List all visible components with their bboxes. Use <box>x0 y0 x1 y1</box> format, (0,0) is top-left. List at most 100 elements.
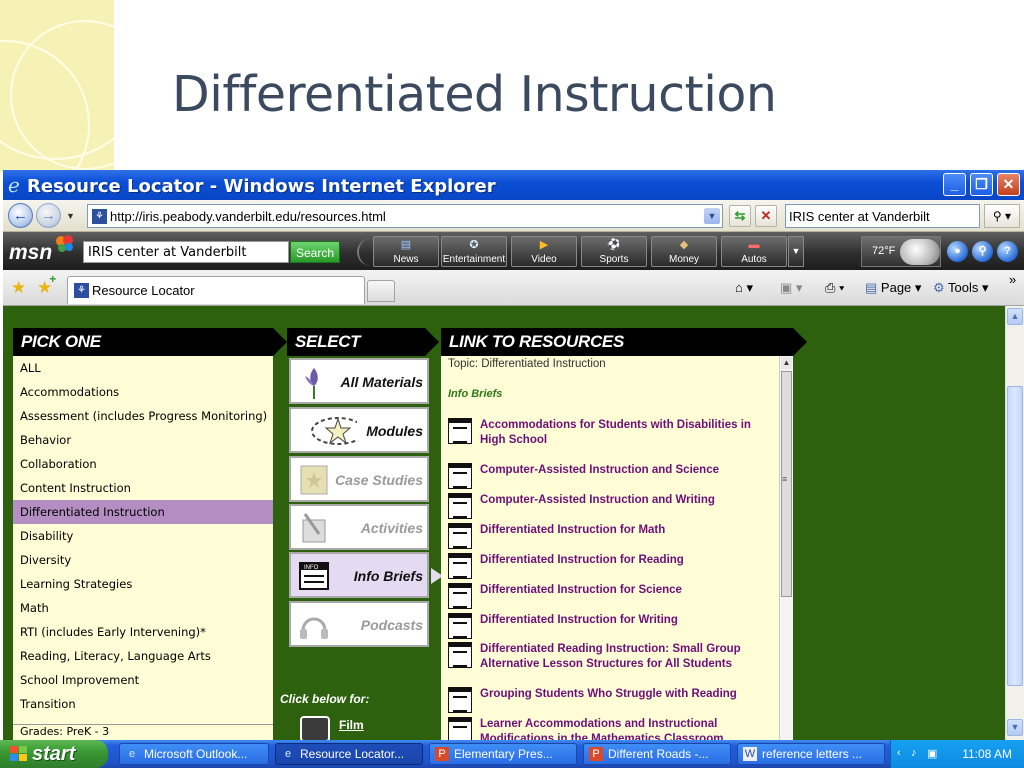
select-case-studies[interactable]: Case Studies <box>289 456 429 502</box>
taskbar-item-reference-letters[interactable]: W reference letters ... <box>737 743 885 765</box>
speaker-icon[interactable]: ♪ <box>911 747 917 759</box>
msn-tab-video[interactable]: ▶ Video <box>511 236 577 267</box>
topic-item[interactable]: Disability <box>13 524 273 548</box>
address-dropdown-icon[interactable]: ▼ <box>704 208 720 224</box>
taskbar-item-resource-locator[interactable]: e Resource Locator... <box>275 743 423 765</box>
resource-scrollbar[interactable]: ▲ ≡ <box>779 356 793 740</box>
taskbar-item-different-roads[interactable]: P Different Roads -... <box>583 743 731 765</box>
help-icon[interactable]: ? <box>997 241 1018 262</box>
scroll-thumb[interactable] <box>781 371 792 597</box>
forward-button[interactable]: → <box>36 203 61 228</box>
ie-icon: e <box>128 748 136 760</box>
resource-link[interactable]: Differentiated Reading Instruction: Smal… <box>480 642 776 672</box>
refresh-button[interactable]: ⇆ <box>729 205 751 227</box>
address-input[interactable] <box>110 206 700 226</box>
toolbar-overflow-icon[interactable]: » <box>1009 272 1016 287</box>
resource-link[interactable]: Differentiated Instruction for Reading <box>480 553 776 568</box>
scroll-up-icon[interactable]: ▲ <box>781 357 792 369</box>
msn-search-input[interactable] <box>84 242 288 262</box>
network-icon[interactable]: ▣ <box>927 747 937 760</box>
page-scrollbar[interactable]: ▲ ▼ <box>1005 306 1024 740</box>
topic-item[interactable]: Behavior <box>13 428 273 452</box>
topic-item[interactable]: Content Instruction <box>13 476 273 500</box>
resource-link[interactable]: Learner Accommodations and Instructional… <box>480 717 776 740</box>
resource-link[interactable]: Differentiated Instruction for Math <box>480 523 776 538</box>
taskbar-item-outlook[interactable]: e Microsoft Outlook... <box>119 743 269 765</box>
feeds-icon[interactable]: ▣ ▾ <box>780 280 802 296</box>
tab-resource-locator[interactable]: ⚘ Resource Locator <box>67 276 365 304</box>
resource-link[interactable]: Computer-Assisted Instruction and Scienc… <box>480 463 776 478</box>
back-button[interactable]: ← <box>8 203 33 228</box>
add-favorite-icon[interactable]: ★ <box>37 272 57 298</box>
window-titlebar[interactable]: e Resource Locator - Windows Internet Ex… <box>3 170 1024 200</box>
select-info-briefs[interactable]: INFO Info Briefs <box>289 552 443 598</box>
scroll-thumb[interactable] <box>1007 386 1023 686</box>
msn-more-dropdown[interactable]: ▼ <box>788 236 804 267</box>
page-menu[interactable]: ▤ Page ▾ <box>865 280 921 296</box>
select-activities[interactable]: Activities <box>289 504 429 550</box>
restore-button[interactable]: ❐ <box>970 173 993 196</box>
tray-expand-icon[interactable]: ‹ <box>897 747 901 759</box>
topic-item[interactable]: ALL <box>13 356 273 380</box>
messenger-icon[interactable]: ● <box>947 241 968 262</box>
minimize-button[interactable]: _ <box>943 173 966 196</box>
grades-selector[interactable]: Grades: PreK - 3 <box>13 724 273 740</box>
select-podcasts[interactable]: Podcasts <box>289 601 429 647</box>
topic-item[interactable]: Assessment (includes Progress Monitoring… <box>13 404 273 428</box>
live-search-input[interactable] <box>786 205 979 227</box>
document-icon <box>448 717 472 740</box>
msn-butterfly-icon <box>56 235 73 252</box>
start-button[interactable]: start <box>0 740 108 768</box>
film-icon[interactable] <box>300 716 330 740</box>
windows-logo-icon <box>10 746 27 761</box>
resource-link[interactable]: Computer-Assisted Instruction and Writin… <box>480 493 776 508</box>
topic-item[interactable]: Transition <box>13 692 273 716</box>
topic-item[interactable]: Diversity <box>13 548 273 572</box>
resource-link[interactable]: Differentiated Instruction for Science <box>480 583 776 598</box>
address-toolbar: ← → ▼ ⚘ ▼ ⇆ ✕ ⚲ ▾ <box>3 200 1024 232</box>
select-all-materials[interactable]: All Materials <box>289 358 429 404</box>
topic-item[interactable]: Collaboration <box>13 452 273 476</box>
word-document-icon: W <box>743 747 757 761</box>
resource-link[interactable]: Grouping Students Who Struggle with Read… <box>480 687 776 702</box>
msn-search-box[interactable] <box>83 241 289 263</box>
msn-tab-entertainment[interactable]: ✪ Entertainment <box>441 236 507 267</box>
home-icon[interactable]: ⌂ ▾ <box>735 280 753 296</box>
taskbar-item-elementary-pres[interactable]: P Elementary Pres... <box>429 743 577 765</box>
msn-tab-sports[interactable]: ⚽ Sports <box>581 236 647 267</box>
tools-menu[interactable]: ⚙ Tools ▾ <box>933 280 989 296</box>
close-button[interactable]: ✕ <box>997 173 1020 196</box>
film-link[interactable]: Film <box>339 718 364 732</box>
print-icon[interactable]: ⎙ ▾ <box>825 280 844 296</box>
topic-item[interactable]: Accommodations <box>13 380 273 404</box>
favorites-star-icon[interactable]: ★ <box>11 278 26 298</box>
new-tab-button[interactable] <box>367 280 395 302</box>
resource-link[interactable]: Accommodations for Students with Disabil… <box>480 418 776 448</box>
msn-tab-money[interactable]: ◆ Money <box>651 236 717 267</box>
stop-button[interactable]: ✕ <box>755 205 777 227</box>
topic-item[interactable]: RTI (includes Early Intervening)* <box>13 620 273 644</box>
resource-list: Topic: Differentiated Instruction Info B… <box>441 356 793 740</box>
resource-link[interactable]: Differentiated Instruction for Writing <box>480 613 776 628</box>
scroll-up-icon[interactable]: ▲ <box>1007 308 1023 325</box>
topic-item[interactable]: Math <box>13 596 273 620</box>
document-icon <box>448 687 472 713</box>
document-icon <box>448 613 472 639</box>
select-modules[interactable]: Modules <box>289 407 429 453</box>
scroll-down-icon[interactable]: ▼ <box>1007 719 1023 736</box>
msn-search-icon[interactable]: ⚲ <box>972 241 993 262</box>
msn-tab-autos[interactable]: ▬ Autos <box>721 236 787 267</box>
msn-search-button[interactable]: Search <box>290 241 340 263</box>
windows-taskbar: start e Microsoft Outlook... e Resource … <box>0 740 1024 768</box>
weather-widget[interactable]: 72°F <box>861 236 941 267</box>
live-search-box[interactable] <box>785 204 980 228</box>
topic-item-selected[interactable]: Differentiated Instruction <box>13 500 273 524</box>
search-go-button[interactable]: ⚲ ▾ <box>984 204 1020 228</box>
topic-item[interactable]: Reading, Literacy, Language Arts <box>13 644 273 668</box>
topic-item[interactable]: Learning Strategies <box>13 572 273 596</box>
address-bar[interactable]: ⚘ ▼ <box>87 204 723 228</box>
topic-item[interactable]: School Improvement <box>13 668 273 692</box>
history-dropdown-icon[interactable]: ▼ <box>66 211 75 221</box>
msn-logo: msn <box>9 235 73 265</box>
msn-tab-news[interactable]: ▤ News <box>373 236 439 267</box>
